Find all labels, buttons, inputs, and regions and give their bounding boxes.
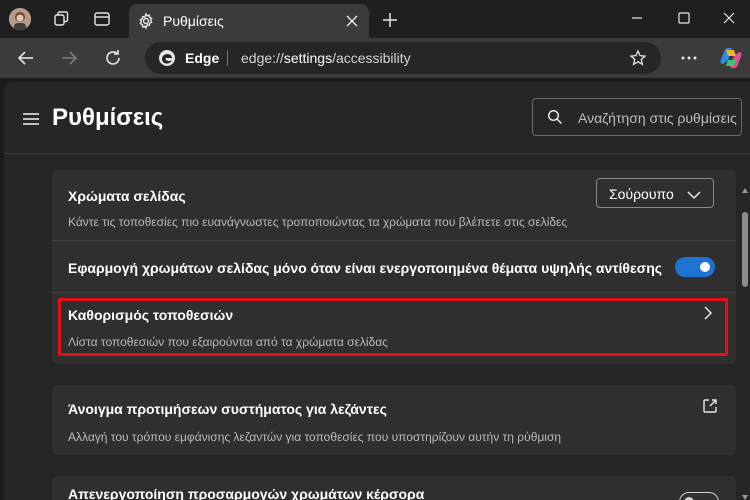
page-colors-description: Κάντε τις τοποθεσίες πιο ευανάγνωστες τρ… (68, 215, 568, 229)
refresh-icon[interactable] (102, 47, 124, 69)
title-bar: Ρυθμίσεις (0, 0, 750, 38)
cursor-colors-card: Απενεργοποίηση προσαρμογών χρωμάτων κέρσ… (52, 476, 736, 500)
minimize-icon[interactable] (626, 8, 648, 28)
url-host: settings (283, 50, 333, 66)
settings-page: Ρυθμίσεις Αναζήτηση στις ρυθμίσεις Χρώμα… (0, 78, 750, 500)
new-tab-icon[interactable] (380, 10, 400, 30)
address-brand: Edge (185, 50, 220, 66)
customize-sites-title[interactable]: Καθορισμός τοποθεσιών (68, 307, 233, 323)
more-options-icon[interactable] (679, 50, 699, 66)
page-colors-card: Χρώματα σελίδας Κάντε τις τοποθεσίες πιο… (52, 170, 736, 364)
customize-sites-description: Λίστα τοποθεσιών που εξαιρούνται από τα … (68, 335, 388, 349)
page-colors-title: Χρώματα σελίδας (68, 188, 186, 204)
address-bar[interactable]: Edge edge://settings/accessibility (145, 42, 661, 74)
captions-card[interactable]: Άνοιγμα προτιμήσεων συστήματος για λεζάν… (52, 385, 736, 455)
url-prefix: edge:// (241, 50, 284, 66)
profile-avatar[interactable] (9, 8, 31, 30)
search-input[interactable]: Αναζήτηση στις ρυθμίσεις (532, 98, 742, 136)
copilot-icon[interactable] (717, 44, 745, 72)
maximize-icon[interactable] (673, 8, 695, 28)
divider (52, 240, 736, 241)
scroll-thumb[interactable] (742, 212, 748, 287)
scroll-up-icon[interactable] (741, 182, 749, 193)
search-icon (547, 109, 563, 125)
star-icon[interactable] (629, 49, 647, 67)
divider (52, 292, 736, 293)
page-title: Ρυθμίσεις (52, 104, 164, 131)
back-arrow-icon[interactable] (15, 47, 37, 69)
chevron-right-icon[interactable] (703, 306, 713, 320)
edge-logo-icon (158, 49, 176, 67)
address-url: edge://settings/accessibility (241, 50, 411, 66)
page-colors-selected: Σούρουπο (609, 186, 674, 202)
menu-icon[interactable] (22, 112, 40, 126)
external-link-icon[interactable] (702, 398, 718, 414)
captions-title: Άνοιγμα προτιμήσεων συστήματος για λεζάν… (68, 401, 387, 417)
high-contrast-toggle[interactable] (675, 257, 715, 277)
partial-row-title: Απενεργοποίηση προσαρμογών χρωμάτων κέρσ… (68, 486, 425, 500)
partial-row-toggle[interactable] (679, 492, 719, 500)
workspaces-icon[interactable] (52, 10, 70, 28)
gear-icon (137, 12, 155, 30)
window-close-icon[interactable] (718, 8, 740, 28)
tab-settings[interactable]: Ρυθμίσεις (129, 4, 369, 38)
scroll-down-icon[interactable] (741, 488, 749, 500)
tab-title: Ρυθμίσεις (163, 13, 224, 29)
search-placeholder: Αναζήτηση στις ρυθμίσεις (578, 110, 737, 126)
url-path: /accessibility (332, 50, 411, 66)
toolbar: Edge edge://settings/accessibility (0, 38, 750, 78)
captions-description: Αλλαγή του τρόπου εμφάνισης λεζαντών για… (68, 430, 562, 444)
address-separator (227, 50, 228, 66)
high-contrast-title: Εφαρμογή χρωμάτων σελίδας μόνο όταν είνα… (68, 260, 663, 276)
settings-header: Ρυθμίσεις Αναζήτηση στις ρυθμίσεις (4, 82, 750, 154)
tab-actions-icon[interactable] (93, 10, 111, 28)
scrollbar[interactable] (740, 182, 750, 500)
forward-arrow-icon[interactable] (58, 47, 80, 69)
settings-content: Ρυθμίσεις Αναζήτηση στις ρυθμίσεις Χρώμα… (4, 82, 750, 500)
toggle-knob (700, 262, 710, 272)
chevron-down-icon (687, 188, 701, 200)
page-colors-dropdown[interactable]: Σούρουπο (596, 178, 714, 208)
close-icon[interactable] (343, 12, 361, 30)
